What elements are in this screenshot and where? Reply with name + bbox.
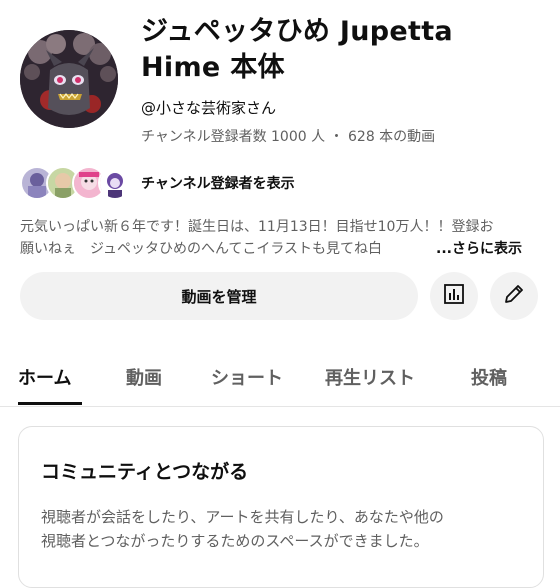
- tab-playlists[interactable]: 再生リスト: [325, 364, 415, 390]
- pencil-icon: [502, 282, 526, 310]
- analytics-icon: [443, 283, 465, 309]
- channel-avatar[interactable]: [20, 30, 118, 128]
- channel-tabs: ホーム 動画 ショート 再生リスト 投稿: [0, 350, 560, 407]
- manage-videos-button[interactable]: 動画を管理: [20, 272, 418, 320]
- edit-channel-button[interactable]: [490, 272, 538, 320]
- channel-stats: チャンネル登録者数 1000 人 ・ 628 本の動画: [141, 129, 436, 145]
- community-card-body: 視聴者が会話をしたり、アートを共有したり、あなたや他の 視聴者とつながったりする…: [41, 505, 531, 553]
- community-body-line: 視聴者が会話をしたり、アートを共有したり、あなたや他の: [41, 508, 444, 526]
- description-line: 元気いっぱい新６年です！誕生日は、11月13日！目指せ10万人！！登録お: [20, 219, 494, 235]
- view-subscribers-link[interactable]: チャンネル登録者を表示: [141, 173, 295, 193]
- tab-home[interactable]: ホーム: [18, 364, 71, 390]
- channel-title-line1: ジュペッタひめ Jupetta: [141, 16, 453, 47]
- active-tab-indicator: [18, 402, 82, 405]
- channel-title: ジュペッタひめ Jupetta Hime 本体: [141, 14, 551, 86]
- channel-handle: @小さな芸術家さん: [141, 99, 277, 117]
- show-more-link[interactable]: ...さらに表示: [430, 238, 522, 258]
- tab-videos[interactable]: 動画: [126, 364, 162, 390]
- tab-posts[interactable]: 投稿: [471, 364, 507, 390]
- tab-shorts[interactable]: ショート: [211, 364, 283, 390]
- community-body-line: 視聴者とつながったりするためのスペースができました。: [41, 532, 429, 550]
- subscriber-avatars[interactable]: [20, 164, 132, 202]
- channel-title-line2: Hime 本体: [141, 52, 285, 83]
- subscriber-avatar: [98, 166, 132, 200]
- community-card-title: コミュニティとつながる: [41, 461, 249, 483]
- community-card: コミュニティとつながる 視聴者が会話をしたり、アートを共有したり、あなたや他の …: [18, 426, 544, 588]
- analytics-button[interactable]: [430, 272, 478, 320]
